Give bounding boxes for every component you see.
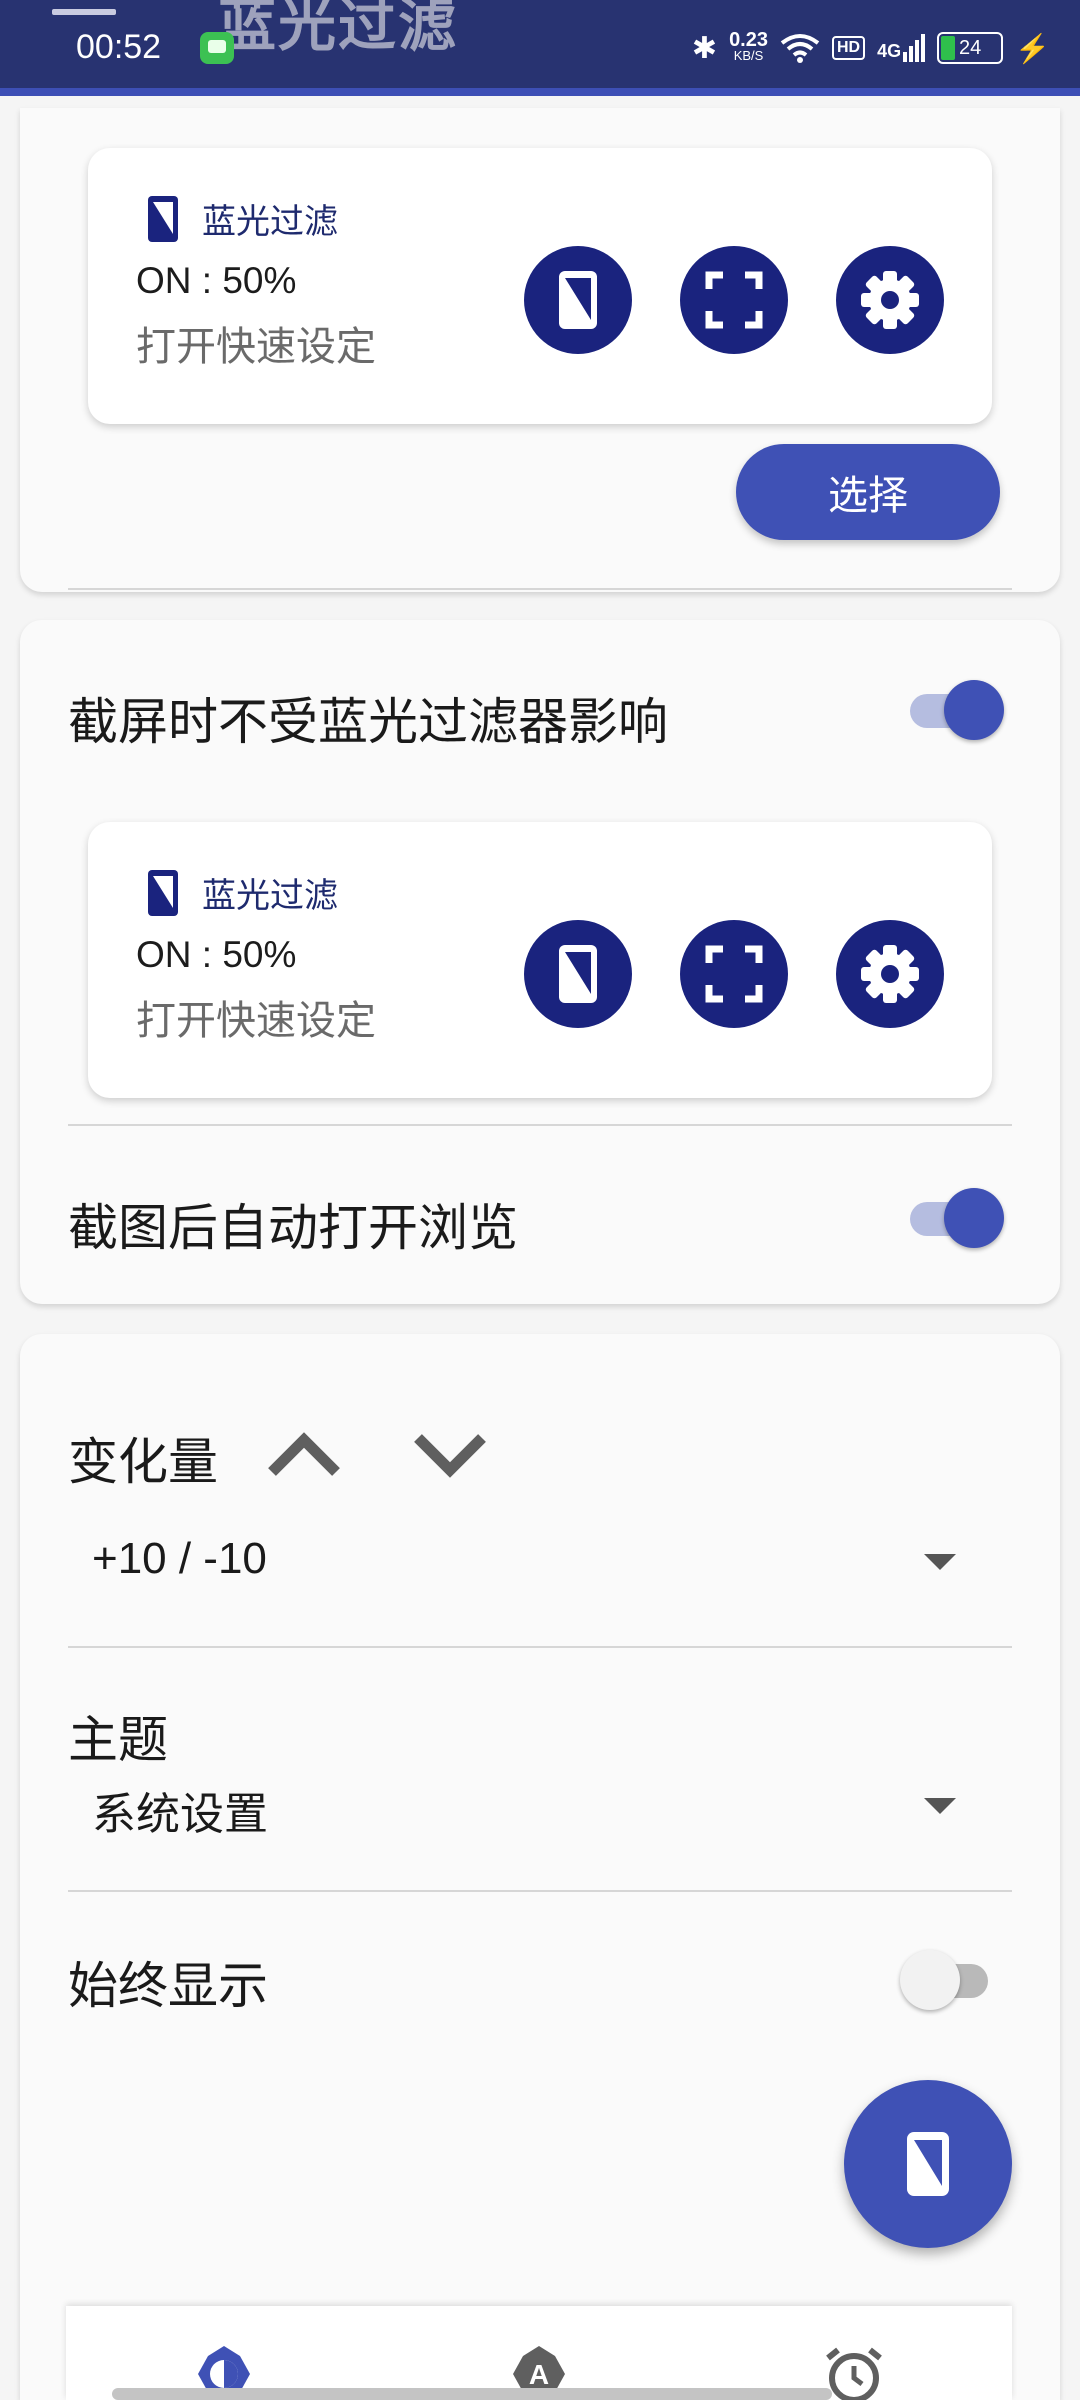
screenshot-button[interactable] — [680, 920, 788, 1028]
gear-icon — [861, 945, 919, 1003]
wifi-icon — [780, 34, 820, 63]
widget-select-card: 蓝光过滤 ON : 50% 打开快速设定 选择 — [20, 108, 1060, 592]
fullscreen-icon — [705, 271, 763, 329]
auto-open-preview-switch[interactable] — [904, 1186, 1004, 1248]
phone-filter-icon — [559, 945, 597, 1003]
theme-label: 主题 — [68, 1711, 168, 1769]
battery-icon: 24 — [937, 32, 1004, 64]
divider — [68, 588, 1012, 590]
screenshot-unaffected-label: 截屏时不受蓝光过滤器影响 — [68, 693, 668, 751]
screenshot-button[interactable] — [680, 246, 788, 354]
widget-subtitle: 打开快速设定 — [136, 998, 376, 1044]
app-title: 蓝光过滤 — [218, 0, 459, 59]
settings-button[interactable] — [836, 246, 944, 354]
hd-icon: HD — [832, 36, 866, 60]
widget-title: 蓝光过滤 — [202, 202, 338, 242]
filter-fab-button[interactable] — [844, 2080, 1012, 2248]
phone-filter-icon — [907, 2132, 949, 2196]
divider — [68, 1124, 1012, 1126]
filter-toggle-button[interactable] — [524, 246, 632, 354]
gesture-bar — [112, 2388, 832, 2400]
alarm-clock-icon — [826, 2347, 883, 2400]
always-show-label: 始终显示 — [68, 1957, 268, 2015]
widget-preview: 蓝光过滤 ON : 50% 打开快速设定 — [88, 822, 992, 1098]
gear-icon — [861, 271, 919, 329]
cellular-signal-icon: 4G — [877, 34, 926, 62]
phone-filter-icon — [148, 196, 178, 242]
widget-title: 蓝光过滤 — [202, 876, 338, 916]
widget-status: ON : 50% — [136, 260, 297, 301]
app-bar: 蓝光过滤 00:52 ✱ 0.23 KB/S HD 4G 24 ⚡ — [0, 0, 1080, 96]
chevron-down-icon[interactable] — [410, 1424, 490, 1484]
status-time: 00:52 — [76, 28, 162, 66]
bluetooth-icon: ✱ — [691, 31, 718, 65]
nav-item-brightness[interactable] — [66, 2306, 381, 2400]
screenshot-unaffected-switch[interactable] — [904, 678, 1004, 740]
fullscreen-icon — [705, 945, 763, 1003]
always-show-switch[interactable] — [900, 1948, 1000, 2010]
nav-item-timer[interactable] — [697, 2306, 1012, 2400]
dropdown-arrow-icon[interactable] — [924, 1554, 956, 1570]
widget-status: ON : 50% — [136, 934, 297, 975]
filter-toggle-button[interactable] — [524, 920, 632, 1028]
system-status-icons: ✱ 0.23 KB/S HD 4G 24 ⚡ — [692, 26, 1050, 70]
divider — [68, 1646, 1012, 1648]
phone-filter-icon — [559, 271, 597, 329]
network-speed: 0.23 KB/S — [729, 29, 768, 63]
divider — [68, 1890, 1012, 1892]
svg-text:A: A — [529, 2359, 549, 2390]
phone-filter-icon — [148, 870, 178, 916]
step-dropdown-value[interactable]: +10 / -10 — [92, 1534, 267, 1584]
theme-dropdown-value[interactable]: 系统设置 — [92, 1778, 268, 1842]
chevron-up-icon[interactable] — [264, 1424, 344, 1484]
nav-item-auto[interactable]: A — [381, 2306, 696, 2400]
widget-subtitle: 打开快速设定 — [136, 324, 376, 370]
widget-preview: 蓝光过滤 ON : 50% 打开快速设定 — [88, 148, 992, 424]
dropdown-arrow-icon[interactable] — [924, 1798, 956, 1814]
select-button[interactable]: 选择 — [736, 444, 1000, 540]
screenshot-options-card: 截屏时不受蓝光过滤器影响 蓝光过滤 ON : 50% 打开快速设定 截图后自动打… — [20, 620, 1060, 1304]
charging-icon: ⚡ — [1015, 32, 1050, 64]
bottom-navigation: A — [66, 2306, 1012, 2400]
auto-open-preview-label: 截图后自动打开浏览 — [68, 1199, 518, 1257]
message-notification-icon — [200, 32, 234, 64]
settings-button[interactable] — [836, 920, 944, 1028]
step-label: 变化量 — [68, 1433, 218, 1491]
